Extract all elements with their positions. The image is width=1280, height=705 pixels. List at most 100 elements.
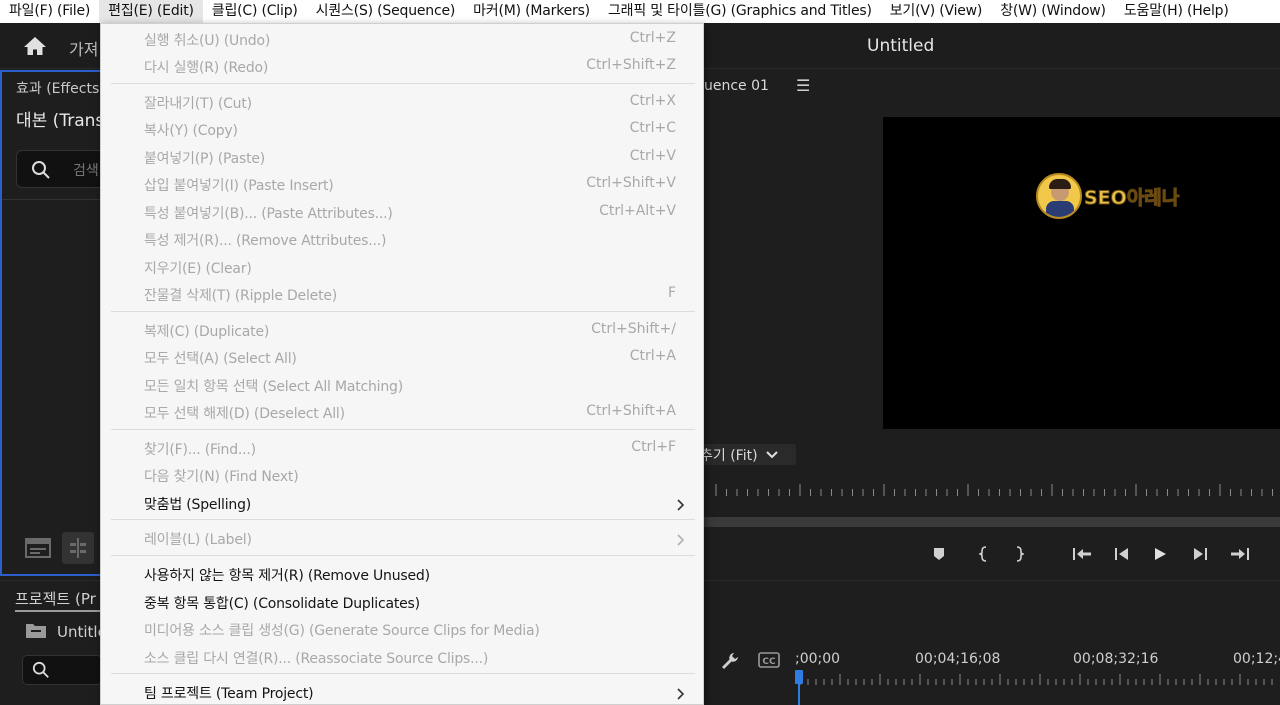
menu-item-select-all-matching[interactable]: 모든 일치 항목 선택 (Select All Matching) bbox=[101, 372, 703, 399]
tab-transcript[interactable]: 대본 (Transc bbox=[16, 106, 114, 131]
menu-item-spelling[interactable]: 맞춤법 (Spelling) bbox=[101, 490, 703, 517]
play-icon[interactable] bbox=[1153, 544, 1167, 564]
menu-item-find-next[interactable]: 다음 찾기(N) (Find Next) bbox=[101, 462, 703, 489]
menu-separator bbox=[111, 673, 695, 674]
divider bbox=[2, 199, 102, 200]
tab-underline bbox=[15, 610, 100, 612]
menu-view[interactable]: 보기(V) (View) bbox=[881, 0, 991, 23]
menu-item-shortcut: Ctrl+Shift+V bbox=[586, 175, 676, 191]
mark-out-icon[interactable] bbox=[1014, 544, 1024, 564]
playhead-handle[interactable] bbox=[795, 670, 803, 684]
zoom-fit-label: 추기 (Fit) bbox=[700, 447, 758, 464]
wrench-icon[interactable] bbox=[720, 651, 740, 675]
go-to-out-icon[interactable] bbox=[1230, 544, 1250, 564]
menu-item-label: 특성 제거(R)... (Remove Attributes...) bbox=[144, 233, 387, 249]
search-icon bbox=[31, 160, 51, 184]
menu-item-clear[interactable]: 지우기(E) (Clear) bbox=[101, 254, 703, 281]
menu-item-find[interactable]: 찾기(F)... (Find...) Ctrl+F bbox=[101, 435, 703, 462]
menu-item-label: 잔물결 삭제(T) (Ripple Delete) bbox=[144, 288, 338, 304]
timecode-label: 00;12;4 bbox=[1233, 651, 1280, 667]
effects-panel-title[interactable]: 효과 (Effects) bbox=[16, 78, 105, 98]
menu-item-shortcut: Ctrl+X bbox=[629, 93, 676, 109]
monitor-time-ruler[interactable] bbox=[714, 482, 1280, 500]
captions-icon[interactable]: CC bbox=[758, 652, 780, 672]
home-icon[interactable] bbox=[22, 35, 48, 57]
panel-menu-icon[interactable]: ☰ bbox=[796, 76, 810, 95]
timeline-panel: CC ;00;00 00;04;16;08 00;08;32;16 00;12;… bbox=[704, 580, 1280, 705]
project-panel: 프로젝트 (Pr Untitle bbox=[0, 580, 107, 705]
menu-sequence[interactable]: 시퀀스(S) (Sequence) bbox=[307, 0, 464, 23]
menu-item-shortcut: F bbox=[667, 285, 676, 301]
menu-item-remove-unused[interactable]: 사용하지 않는 항목 제거(R) (Remove Unused) bbox=[101, 561, 703, 588]
timecode-label: 00;04;16;08 bbox=[915, 651, 1001, 667]
step-forward-icon[interactable] bbox=[1192, 544, 1208, 564]
menu-item-deselect-all[interactable]: 모두 선택 해제(D) (Deselect All) Ctrl+Shift+A bbox=[101, 399, 703, 426]
menu-item-label: 붙여넣기(P) (Paste) bbox=[144, 151, 266, 167]
mark-in-icon[interactable] bbox=[979, 544, 989, 564]
menu-item-select-all[interactable]: 모두 선택(A) (Select All) Ctrl+A bbox=[101, 344, 703, 371]
menu-item-paste-insert[interactable]: 삽입 붙여넣기(I) (Paste Insert) Ctrl+Shift+V bbox=[101, 171, 703, 198]
menu-item-shortcut: Ctrl+C bbox=[629, 120, 676, 136]
menu-item-cut[interactable]: 잘라내기(T) (Cut) Ctrl+X bbox=[101, 89, 703, 116]
zoom-fit-select[interactable]: 추기 (Fit) bbox=[700, 444, 796, 465]
menu-item-shortcut: Ctrl+V bbox=[629, 148, 676, 164]
playhead-line bbox=[798, 684, 800, 705]
avatar bbox=[1036, 173, 1082, 219]
menu-item-label: 사용하지 않는 항목 제거(R) (Remove Unused) bbox=[144, 568, 430, 584]
go-to-in-icon[interactable] bbox=[1072, 544, 1092, 564]
menu-item-shortcut: Ctrl+Shift+Z bbox=[586, 57, 676, 73]
step-back-icon[interactable] bbox=[1114, 544, 1130, 564]
project-panel-title[interactable]: 프로젝트 (Pr bbox=[15, 588, 96, 609]
add-marker-icon[interactable] bbox=[933, 544, 945, 564]
monitor-scrub-bar[interactable] bbox=[704, 517, 1280, 527]
menu-clip[interactable]: 클립(C) (Clip) bbox=[203, 0, 307, 23]
menu-item-paste[interactable]: 붙여넣기(P) (Paste) Ctrl+V bbox=[101, 144, 703, 171]
project-search-input[interactable] bbox=[22, 655, 102, 685]
chevron-right-icon bbox=[677, 496, 685, 515]
menu-item-label: 실행 취소(U) (Undo) bbox=[144, 33, 271, 49]
tab-sequence[interactable]: uence 01 bbox=[704, 78, 769, 94]
menu-item-duplicate[interactable]: 복제(C) (Duplicate) Ctrl+Shift+/ bbox=[101, 317, 703, 344]
clip-view-icon[interactable] bbox=[22, 532, 54, 564]
menu-item-shortcut: Ctrl+Shift+A bbox=[586, 403, 676, 419]
menu-item-label: 모두 선택 해제(D) (Deselect All) bbox=[144, 406, 345, 422]
channel-watermark: SEO아레나 bbox=[1036, 173, 1180, 219]
menu-window[interactable]: 창(W) (Window) bbox=[991, 0, 1115, 23]
menu-item-label: 잘라내기(T) (Cut) bbox=[144, 96, 252, 112]
menu-item-undo[interactable]: 실행 취소(U) (Undo) Ctrl+Z bbox=[101, 26, 703, 53]
menu-item-remove-attributes[interactable]: 특성 제거(R)... (Remove Attributes...) bbox=[101, 226, 703, 253]
chevron-right-icon bbox=[677, 685, 685, 704]
menu-item-ripple-delete[interactable]: 잔물결 삭제(T) (Ripple Delete) F bbox=[101, 281, 703, 308]
menu-item-generate-source-clips[interactable]: 미디어용 소스 클립 생성(G) (Generate Source Clips … bbox=[101, 616, 703, 643]
menu-item-shortcut: Ctrl+F bbox=[631, 439, 676, 455]
program-monitor: uence 01 ☰ SEO아레나 추기 (Fit) bbox=[700, 70, 1280, 575]
menu-edit[interactable]: 편집(E) (Edit) bbox=[99, 0, 203, 23]
split-icon[interactable] bbox=[62, 532, 94, 564]
menu-separator bbox=[111, 311, 695, 312]
menu-item-label: 모든 일치 항목 선택 (Select All Matching) bbox=[144, 379, 403, 395]
menu-help[interactable]: 도움말(H) (Help) bbox=[1115, 0, 1238, 23]
watermark-text: SEO아레나 bbox=[1083, 186, 1180, 209]
chevron-right-icon bbox=[677, 531, 685, 550]
menu-item-reassociate-source-clips[interactable]: 소스 클립 다시 연결(R)... (Reassociate Source Cl… bbox=[101, 644, 703, 671]
menu-item-paste-attributes[interactable]: 특성 붙여넣기(B)... (Paste Attributes...) Ctrl+… bbox=[101, 199, 703, 226]
menu-item-label[interactable]: 레이블(L) (Label) bbox=[101, 525, 703, 552]
folder-icon bbox=[25, 621, 47, 643]
timeline-ruler[interactable] bbox=[798, 674, 1280, 686]
menu-item-label: 복사(Y) (Copy) bbox=[144, 123, 238, 139]
menu-item-team-project[interactable]: 팀 프로젝트 (Team Project) bbox=[101, 679, 703, 704]
menu-item-redo[interactable]: 다시 실행(R) (Redo) Ctrl+Shift+Z bbox=[101, 53, 703, 80]
menu-file[interactable]: 파일(F) (File) bbox=[0, 0, 99, 23]
menu-markers[interactable]: 마커(M) (Markers) bbox=[464, 0, 599, 23]
menu-item-copy[interactable]: 복사(Y) (Copy) Ctrl+C bbox=[101, 116, 703, 143]
menu-item-consolidate-duplicates[interactable]: 중복 항목 통합(C) (Consolidate Duplicates) bbox=[101, 589, 703, 616]
menu-graphics[interactable]: 그래픽 및 타이틀(G) (Graphics and Titles) bbox=[599, 0, 881, 23]
document-title: Untitled bbox=[867, 36, 935, 56]
menu-separator bbox=[111, 429, 695, 430]
menu-item-label: 다음 찾기(N) (Find Next) bbox=[144, 469, 299, 485]
project-bin-item[interactable]: Untitle bbox=[25, 621, 107, 643]
menu-item-label: 찾기(F)... (Find...) bbox=[144, 442, 256, 458]
transport-controls bbox=[704, 540, 1280, 568]
video-preview: SEO아레나 bbox=[883, 117, 1280, 429]
header-tab-import[interactable]: 가져 bbox=[69, 36, 98, 60]
